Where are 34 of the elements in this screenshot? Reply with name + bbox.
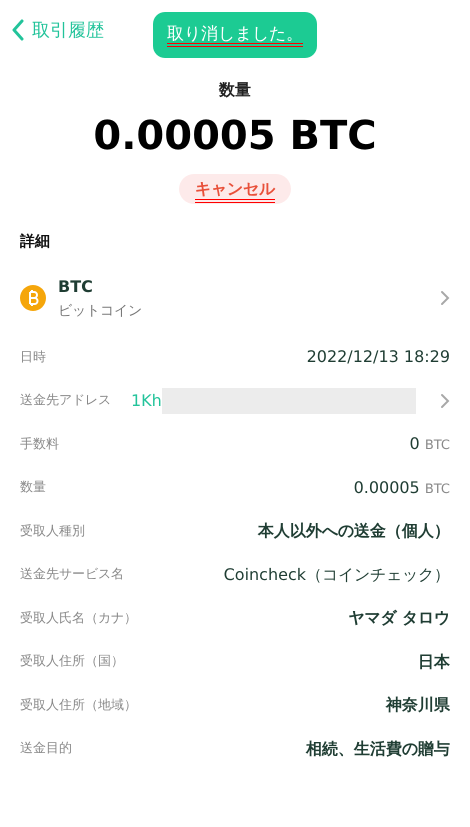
chevron-right-icon — [440, 290, 450, 306]
asset-row[interactable]: BTC ビットコイン — [20, 274, 450, 322]
address-value: 1Kh — [131, 390, 162, 412]
detail-value: 本人以外への送金（個人） — [256, 520, 450, 542]
section-title: 詳細 — [20, 231, 51, 252]
detail-value: 日本 — [417, 650, 450, 673]
detail-value: 0.00005 BTC — [352, 476, 450, 499]
detail-label: 日時 — [20, 348, 46, 366]
detail-value: 相続、生活費の贈与 — [304, 738, 450, 760]
back-icon — [12, 19, 24, 41]
detail-label: 受取人氏名（カナ） — [20, 610, 137, 628]
asset-symbol: BTC — [58, 276, 94, 298]
detail-label: 送金目的 — [20, 740, 72, 758]
detail-label: 受取人住所（国） — [20, 653, 124, 671]
back-link[interactable]: 取引履歴 — [12, 16, 104, 44]
detail-value: ヤマダ タロウ — [347, 607, 450, 630]
detail-value: 0 BTC — [408, 433, 450, 456]
asset-name: ビットコイン — [58, 302, 143, 320]
amount-value: 0.00005 BTC — [93, 116, 377, 156]
detail-label: 受取人種別 — [20, 522, 85, 540]
address-row[interactable]: 送金先アドレス 1Kh — [20, 379, 450, 422]
detail-value: Coincheck（コインチェック） — [222, 564, 450, 586]
status-badge: キャンセル — [179, 174, 291, 204]
detail-label: 受取人住所（地域） — [20, 696, 137, 714]
detail-label: 送金先アドレス — [20, 392, 111, 410]
detail-label: 数量 — [20, 479, 46, 497]
toast-message: 取り消しました。 — [153, 12, 317, 58]
bitcoin-icon — [20, 285, 46, 311]
amount-label: 数量 — [219, 79, 251, 101]
chevron-right-icon — [440, 392, 450, 409]
detail-value: 神奈川県 — [384, 694, 450, 716]
detail-label: 手数料 — [20, 436, 59, 454]
detail-label: 送金先サービス名 — [20, 566, 124, 584]
detail-value: 2022/12/13 18:29 — [306, 346, 450, 368]
